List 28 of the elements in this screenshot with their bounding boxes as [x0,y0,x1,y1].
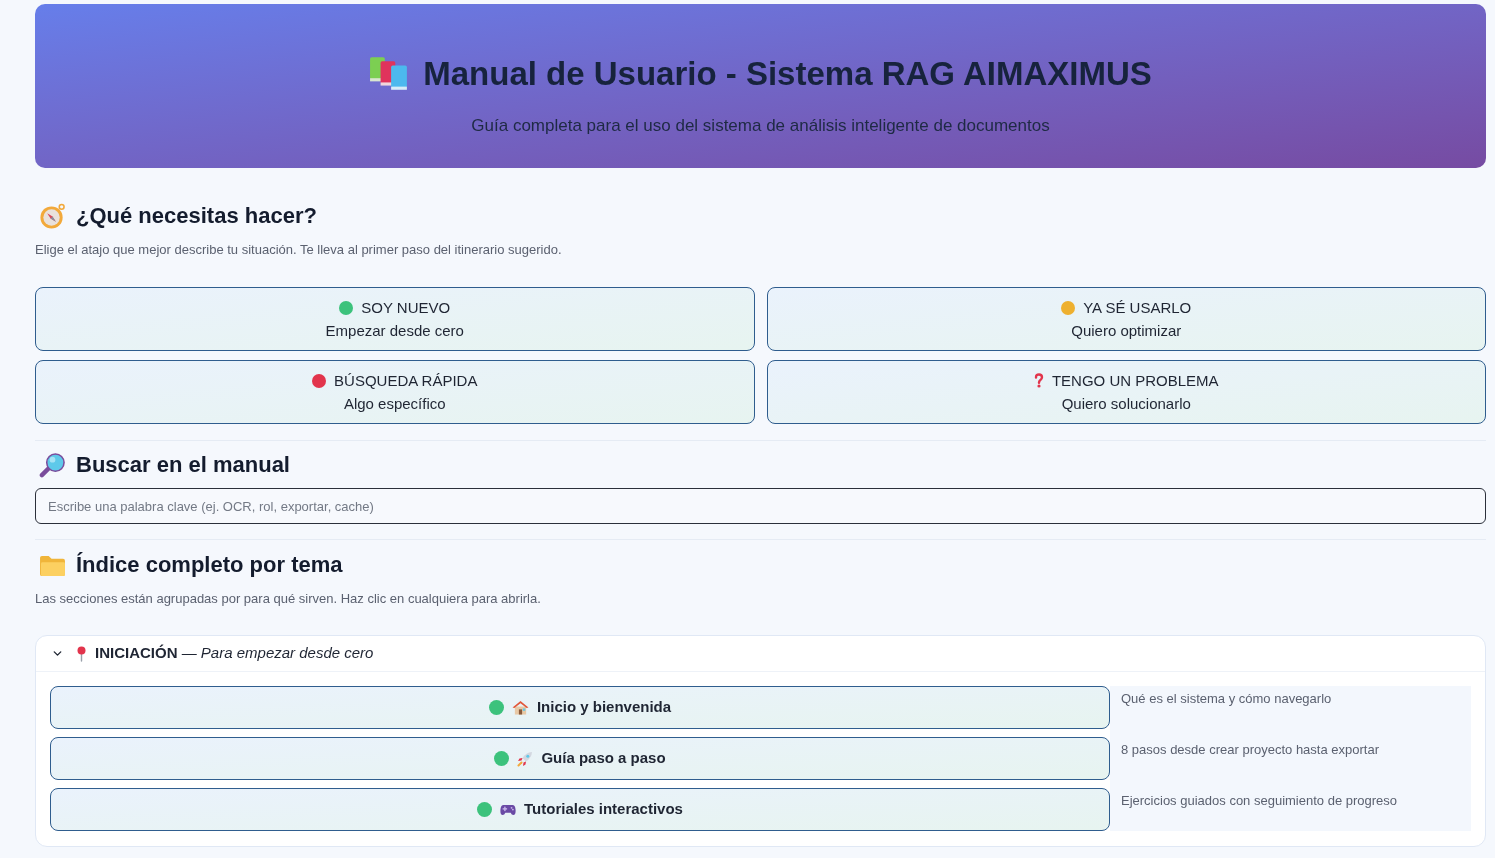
section-description: Ejercicios guiados con seguimiento de progreso [1121,792,1399,810]
compass-icon [39,202,66,230]
section-description: Qué es el sistema y cómo navegarlo [1121,690,1333,708]
house-icon [511,700,529,715]
section-description: Las secciones están agrupadas por para qué sirven. Haz clic en cualquiera para abrirla. [35,590,542,608]
section-heading: Índice completo por tema [76,551,343,579]
magnifier-icon [39,451,66,479]
shortcut-button[interactable]: TENGO UN PROBLEMA Quiero solucionarlo [766,360,1486,424]
section-description: 8 pasos desde crear proyecto hasta exportar [1121,741,1380,759]
pin-icon [76,645,87,662]
rocket-icon [517,750,534,767]
question-mark-icon [1033,373,1044,388]
gamepad-icon [500,803,517,816]
page-subtitle: Guía completa para el uso del sistema de análisis inteligente de documentos [471,115,1050,137]
folder-icon [39,553,66,577]
section-button[interactable]: Guía paso a paso [50,737,1110,780]
section-button[interactable]: Tutoriales interactivos [50,788,1110,831]
books-icon [369,56,410,92]
shortcut-button[interactable]: YA SÉ USARLO Quiero optimizar [766,287,1486,351]
shortcut-button[interactable]: SOY NUEVO Empezar desde cero [35,287,755,351]
search-field[interactable]: Escribe una palabra clave (ej. OCR, rol, exportar, cache) [35,488,1486,524]
topic-toggle[interactable]: INICIACIÓN — Para empezar desde cero [36,636,1485,672]
section-heading: ¿Qué necesitas hacer? [76,202,317,230]
section-description: Elige el atajo que mejor describe tu situación. Te lleva al primer paso del itinerario sugerido. [35,241,563,259]
section-heading: Buscar en el manual [76,451,290,479]
shortcut-button[interactable]: BÚSQUEDA RÁPIDA Algo específico [35,360,755,424]
page-title: Manual de Usuario - Sistema RAG AIMAXIMUS [423,54,1152,94]
section-button[interactable]: Inicio y bienvenida [50,686,1110,729]
